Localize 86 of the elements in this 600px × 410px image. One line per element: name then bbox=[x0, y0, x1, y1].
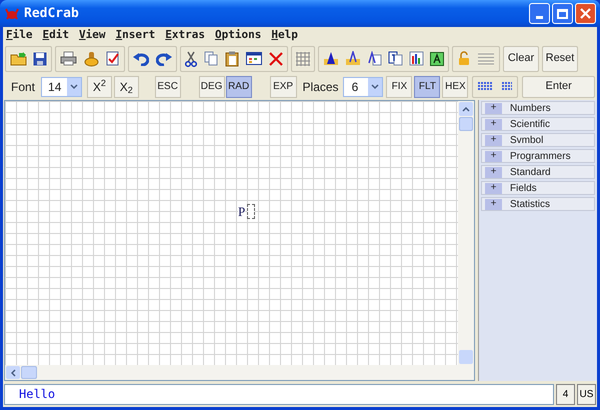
table-icon[interactable] bbox=[246, 52, 262, 65]
formula-text: P bbox=[238, 204, 246, 218]
stamp-icon[interactable] bbox=[84, 50, 99, 66]
mode-button[interactable]: RAD bbox=[226, 76, 252, 98]
panel-header[interactable]: + Fields bbox=[481, 181, 595, 195]
escape-button[interactable]: ESC bbox=[154, 76, 181, 98]
places-dropdown[interactable]: 6 bbox=[342, 76, 384, 96]
panel-title: Standard bbox=[510, 166, 551, 180]
panel-title: Numbers bbox=[510, 102, 551, 116]
maximize-button[interactable] bbox=[552, 3, 573, 24]
mode-button[interactable]: DEG bbox=[198, 76, 225, 98]
count-button[interactable]: 4 bbox=[556, 384, 575, 404]
redo-icon[interactable] bbox=[156, 52, 172, 66]
subscript-button[interactable]: X$_{2}$ bbox=[114, 76, 139, 98]
scroll-thumb[interactable] bbox=[459, 117, 473, 131]
chart-folder-icon[interactable] bbox=[323, 51, 339, 66]
panel-title: Fields bbox=[510, 182, 537, 196]
input-field[interactable]: Hello bbox=[4, 384, 554, 404]
menu-item[interactable]: Edit bbox=[42, 27, 69, 44]
vertical-scrollbar[interactable] bbox=[458, 101, 474, 365]
scroll-up-button[interactable] bbox=[459, 102, 473, 116]
window-title: RedCrab bbox=[24, 4, 79, 23]
padlock-icon[interactable] bbox=[458, 51, 470, 66]
keyboard-layout-button[interactable]: US bbox=[577, 384, 596, 404]
superscript-button[interactable]: X$^{2}$ bbox=[86, 76, 112, 98]
caret-left-icon bbox=[10, 368, 16, 376]
minimize-button[interactable] bbox=[529, 3, 550, 24]
crab-icon bbox=[4, 6, 20, 20]
panel-title: Programmers bbox=[510, 150, 571, 164]
menu-item[interactable]: View bbox=[79, 27, 106, 44]
clear-button[interactable]: Clear bbox=[503, 46, 539, 72]
exponent-button[interactable]: EXP bbox=[270, 76, 297, 98]
menu-item[interactable]: File bbox=[6, 27, 32, 44]
pages-icon[interactable] bbox=[388, 51, 403, 66]
menu-item[interactable]: Help bbox=[271, 27, 298, 44]
bar-chart-icon[interactable] bbox=[409, 51, 424, 66]
dot-grid-icon[interactable] bbox=[478, 82, 492, 92]
font-label: Font bbox=[11, 78, 36, 96]
scroll-left-button[interactable] bbox=[6, 366, 20, 379]
close-button[interactable] bbox=[575, 3, 596, 24]
copy-icon[interactable] bbox=[204, 51, 218, 66]
mode-button[interactable]: HEX bbox=[442, 76, 468, 98]
scroll-thumb[interactable] bbox=[21, 366, 37, 379]
text-cursor bbox=[247, 204, 256, 219]
text-box-icon[interactable] bbox=[430, 52, 444, 66]
panel-header[interactable]: + Statistics bbox=[481, 197, 595, 211]
panel-header[interactable]: + Numbers bbox=[481, 101, 595, 115]
dot-grid-icon[interactable] bbox=[502, 82, 512, 92]
horizontal-scrollbar[interactable] bbox=[5, 365, 474, 380]
panel-title: Svmbol bbox=[510, 134, 544, 148]
menu-item[interactable]: Insert bbox=[116, 27, 156, 44]
expand-toggle[interactable]: + bbox=[485, 198, 502, 210]
menu-item[interactable]: Options bbox=[215, 27, 262, 44]
expand-toggle[interactable]: + bbox=[485, 134, 502, 146]
scissors-icon[interactable] bbox=[185, 50, 197, 66]
checklist-icon[interactable] bbox=[106, 51, 120, 66]
expand-toggle[interactable]: + bbox=[485, 150, 502, 162]
caret-up-icon bbox=[462, 106, 470, 112]
panel-title: Statistics bbox=[510, 198, 550, 212]
font-size-dropdown[interactable]: 14 bbox=[41, 76, 82, 96]
worksheet-grid[interactable]: P bbox=[5, 101, 458, 365]
printer-icon[interactable] bbox=[60, 51, 77, 66]
text-page-icon[interactable] bbox=[367, 51, 382, 66]
panel-header[interactable]: + Standard bbox=[481, 165, 595, 179]
panel-title: Scientific bbox=[510, 118, 550, 132]
delete-icon[interactable] bbox=[269, 52, 283, 66]
grid-icon[interactable] bbox=[296, 52, 310, 66]
mode-button[interactable]: FLT bbox=[414, 76, 440, 98]
close-icon bbox=[580, 8, 591, 19]
mode-button[interactable]: FIX bbox=[386, 76, 412, 98]
panel-header[interactable]: + Scientific bbox=[481, 117, 595, 131]
open-folder-icon[interactable] bbox=[10, 51, 27, 66]
expand-toggle[interactable]: + bbox=[485, 182, 502, 194]
expand-toggle[interactable]: + bbox=[485, 166, 502, 178]
undo-icon[interactable] bbox=[133, 52, 149, 66]
panel-header[interactable]: + Programmers bbox=[481, 149, 595, 163]
save-icon[interactable] bbox=[33, 52, 47, 66]
text-folder-icon[interactable] bbox=[345, 51, 361, 66]
clipboard-icon[interactable] bbox=[225, 50, 239, 66]
reset-button[interactable]: Reset bbox=[542, 46, 578, 72]
menu-item[interactable]: Extras bbox=[165, 27, 205, 44]
expand-toggle[interactable]: + bbox=[485, 118, 502, 130]
panel-header[interactable]: + Svmbol bbox=[481, 133, 595, 147]
places-label: Places bbox=[302, 78, 339, 96]
enter-button[interactable]: Enter bbox=[522, 76, 595, 98]
expand-toggle[interactable]: + bbox=[485, 102, 502, 114]
